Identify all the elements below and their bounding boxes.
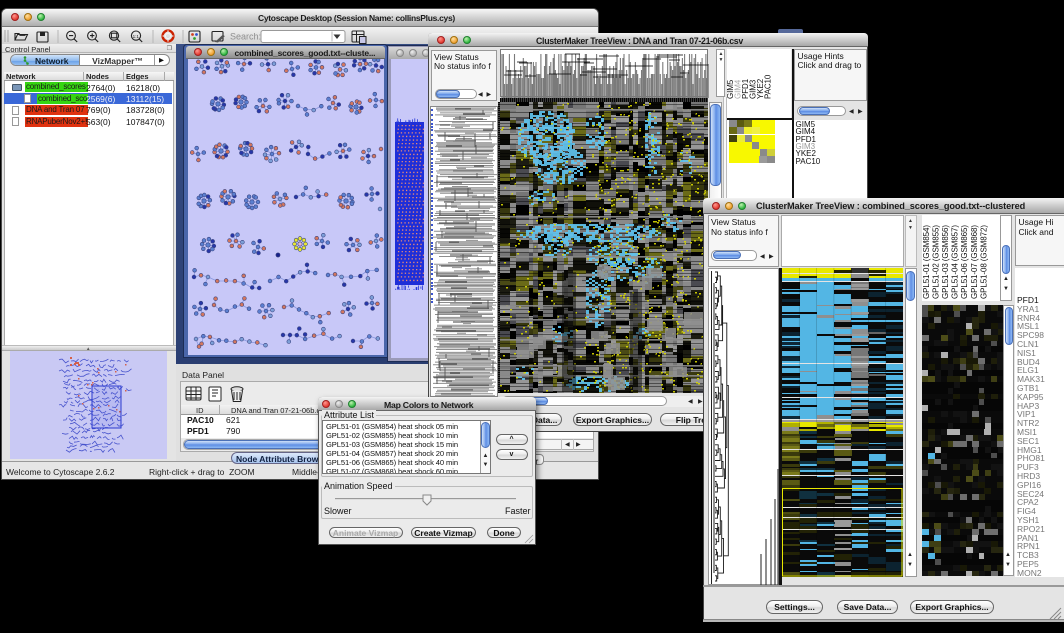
svg-text:GPL51-01 (GSM854): GPL51-01 (GSM854) (922, 225, 931, 299)
svg-text:1:1: 1:1 (133, 33, 140, 38)
svg-text:GPL51-08 (GSM872): GPL51-08 (GSM872) (979, 225, 988, 299)
svg-text:PAC10: PAC10 (764, 74, 773, 99)
svg-text:GPL51-06 (GSM865): GPL51-06 (GSM865) (960, 225, 969, 299)
svg-text:GPL51-04 (GSM857): GPL51-04 (GSM857) (951, 225, 960, 299)
svg-text:GPL51-07 (GSM868): GPL51-07 (GSM868) (970, 225, 979, 299)
svg-text:GPL51-02 (GSM855): GPL51-02 (GSM855) (932, 225, 941, 299)
svg-text:GPL51-03 (GSM856): GPL51-03 (GSM856) (941, 225, 950, 299)
svg-text:Search:: Search: (230, 31, 261, 41)
